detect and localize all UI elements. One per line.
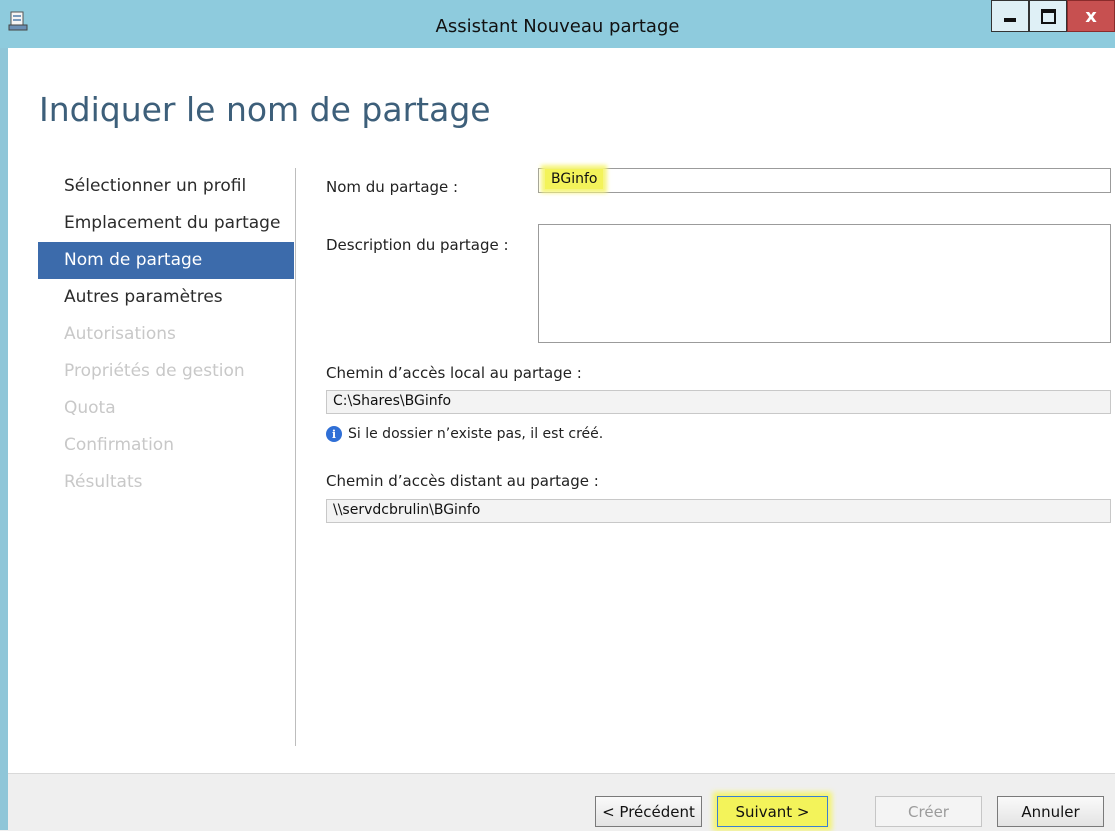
wizard-content: Indiquer le nom de partage Sélectionner … (8, 48, 1115, 831)
maximize-icon (1040, 8, 1056, 24)
window-title: Assistant Nouveau partage (435, 16, 680, 37)
page-title: Indiquer le nom de partage (39, 90, 491, 129)
close-icon: x (1085, 5, 1097, 27)
description-textarea[interactable] (538, 224, 1111, 343)
description-label: Description du partage : (326, 236, 509, 254)
step-other-settings[interactable]: Autres paramètres (38, 279, 294, 316)
create-button: Créer (875, 796, 982, 827)
cancel-button[interactable]: Annuler (997, 796, 1104, 827)
info-icon: i (326, 426, 342, 442)
remote-path-label: Chemin d’accès distant au partage : (326, 472, 599, 490)
step-permissions: Autorisations (64, 324, 176, 344)
info-message-text: Si le dossier n’existe pas, il est créé. (348, 426, 604, 442)
maximize-button[interactable] (1029, 0, 1067, 32)
share-name-label: Nom du partage : (326, 178, 459, 196)
step-share-location[interactable]: Emplacement du partage (38, 205, 294, 242)
remote-path-field[interactable]: \\servdcbrulin\BGinfo (326, 499, 1111, 523)
wizard-footer: < Précédent Suivant > Créer Annuler (8, 773, 1115, 831)
close-button[interactable]: x (1067, 0, 1115, 32)
step-results: Résultats (64, 472, 143, 492)
title-bar[interactable]: Assistant Nouveau partage x (0, 0, 1115, 48)
step-confirmation: Confirmation (64, 435, 174, 455)
share-name-input[interactable]: BGinfo (538, 168, 1111, 193)
wizard-window: Assistant Nouveau partage x Indiquer le … (0, 0, 1115, 831)
previous-button[interactable]: < Précédent (595, 796, 702, 827)
step-quota: Quota (64, 398, 116, 418)
nav-divider (295, 168, 296, 746)
step-management-properties: Propriétés de gestion (64, 361, 245, 381)
info-message: i Si le dossier n’existe pas, il est cré… (326, 426, 603, 442)
wizard-steps-nav: Sélectionner un profil Emplacement du pa… (38, 168, 294, 501)
share-name-value: BGinfo (545, 169, 604, 189)
minimize-icon (1004, 18, 1016, 22)
step-select-profile[interactable]: Sélectionner un profil (38, 168, 294, 205)
step-share-name[interactable]: Nom de partage (38, 242, 294, 279)
next-button[interactable]: Suivant > (717, 796, 828, 827)
local-path-label: Chemin d’accès local au partage : (326, 364, 582, 382)
local-path-field[interactable]: C:\Shares\BGinfo (326, 390, 1111, 414)
minimize-button[interactable] (991, 0, 1029, 32)
